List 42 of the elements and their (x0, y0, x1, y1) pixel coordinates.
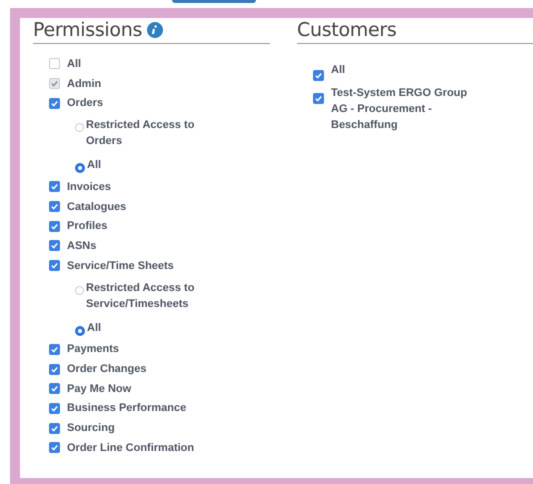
checkbox[interactable] (49, 201, 60, 212)
permission-label: Invoices (67, 180, 112, 195)
radio-button[interactable] (75, 163, 85, 174)
checkbox[interactable] (49, 240, 60, 252)
radio-button[interactable] (75, 326, 85, 336)
option-label: Restricted Access to Orders (86, 118, 196, 150)
section-title: Customers (297, 19, 396, 41)
checkbox[interactable] (49, 383, 60, 394)
permission-label: Business Performance (67, 401, 186, 416)
permission-label: Orders (67, 96, 104, 112)
permission-label: Payments (67, 342, 119, 358)
checkbox[interactable] (49, 58, 60, 70)
checkbox[interactable] (49, 422, 60, 434)
checkbox[interactable] (49, 402, 60, 414)
section-title: Permissions (33, 19, 142, 41)
customer-label: All (331, 63, 346, 78)
permission-label: Sourcing (67, 421, 115, 436)
checkbox[interactable] (49, 344, 60, 355)
info-icon (147, 22, 164, 38)
permission-label: Profiles (67, 219, 108, 234)
checkbox[interactable] (49, 98, 60, 109)
permission-label: ASNs (67, 238, 96, 254)
checkbox[interactable] (49, 260, 60, 272)
checkbox[interactable] (49, 181, 60, 192)
permission-label: Order Changes (67, 362, 146, 378)
radio-button[interactable] (75, 123, 84, 132)
checkbox[interactable] (313, 93, 324, 104)
permission-label: Order Line Confirmation (67, 440, 194, 456)
option-label: All (87, 158, 102, 174)
customer-label: Test-System ERGO Group AG - Procurement - Beschaffung (331, 86, 468, 133)
checkbox[interactable] (49, 442, 60, 454)
permission-label: Admin (67, 76, 102, 92)
checkbox[interactable] (313, 70, 324, 81)
option-label: All (87, 320, 102, 336)
checkbox[interactable] (49, 220, 60, 232)
permission-label: Service/Time Sheets (67, 258, 174, 274)
permission-label: Pay Me Now (67, 382, 132, 397)
radio-button[interactable] (75, 286, 84, 294)
checkbox[interactable] (49, 364, 60, 375)
permission-label: Catalogues (67, 200, 126, 215)
option-label: Restricted Access to Service/Timesheets (86, 280, 196, 312)
permission-label: All (67, 56, 82, 72)
